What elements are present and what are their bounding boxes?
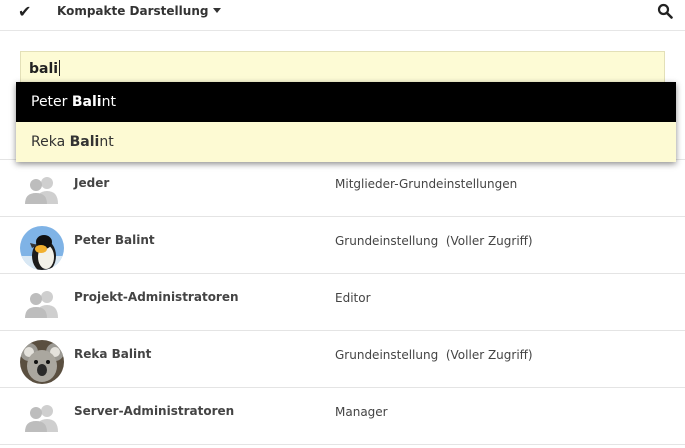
member-name[interactable]: Reka Balint — [74, 347, 151, 361]
suggestion-match: Bali — [69, 134, 100, 150]
member-role[interactable]: Grundeinstellung (Voller Zugriff) — [335, 348, 533, 362]
member-name[interactable]: Peter Balint — [74, 233, 155, 247]
group-icon — [25, 291, 58, 318]
suggestion-option[interactable]: Peter Balint — [16, 82, 676, 122]
text-cursor — [59, 60, 61, 76]
member-role[interactable]: Editor — [335, 291, 371, 305]
member-row[interactable]: Server-Administratoren Manager — [0, 387, 685, 445]
koala-avatar — [20, 340, 64, 384]
suggestion-prefix: Peter — [31, 94, 72, 110]
toolbar-divider — [0, 30, 685, 31]
penguin-avatar — [20, 226, 64, 270]
member-role[interactable]: Grundeinstellung (Voller Zugriff) — [335, 234, 533, 248]
autocomplete-dropdown: Peter Balint Reka Balint — [16, 82, 676, 162]
search-icon[interactable] — [657, 3, 673, 19]
suggestion-option[interactable]: Reka Balint — [16, 122, 676, 162]
caret-down-icon — [213, 8, 222, 13]
list-bottom-divider — [0, 444, 685, 445]
view-mode-label: Kompakte Darstellung — [57, 4, 209, 18]
group-icon — [25, 405, 58, 432]
member-name[interactable]: Server-Administratoren — [74, 404, 234, 418]
member-role[interactable]: Manager — [335, 405, 388, 419]
member-role[interactable]: Mitglieder-Grundeinstellungen — [335, 177, 517, 191]
checkmark-icon[interactable]: ✔ — [18, 2, 31, 21]
member-row[interactable]: Projekt-Administratoren Editor — [0, 273, 685, 331]
search-input-value: bali — [29, 61, 59, 77]
member-name[interactable]: Projekt-Administratoren — [74, 290, 239, 304]
member-name[interactable]: Jeder — [74, 176, 109, 190]
member-row[interactable]: Jeder Mitglieder-Grundeinstellungen — [0, 159, 685, 217]
suggestion-match: Bali — [71, 94, 102, 110]
toolbar: ✔ Kompakte Darstellung — [0, 0, 685, 24]
suggestion-suffix: nt — [99, 134, 114, 150]
member-search-input[interactable]: bali — [20, 51, 665, 83]
member-row[interactable]: Peter Balint Grundeinstellung (Voller Zu… — [0, 216, 685, 274]
group-icon — [25, 177, 58, 204]
view-mode-dropdown[interactable]: Kompakte Darstellung — [57, 4, 222, 18]
suggestion-suffix: nt — [101, 94, 116, 110]
member-row[interactable]: Reka Balint Grundeinstellung (Voller Zug… — [0, 330, 685, 388]
suggestion-prefix: Reka — [31, 134, 70, 150]
